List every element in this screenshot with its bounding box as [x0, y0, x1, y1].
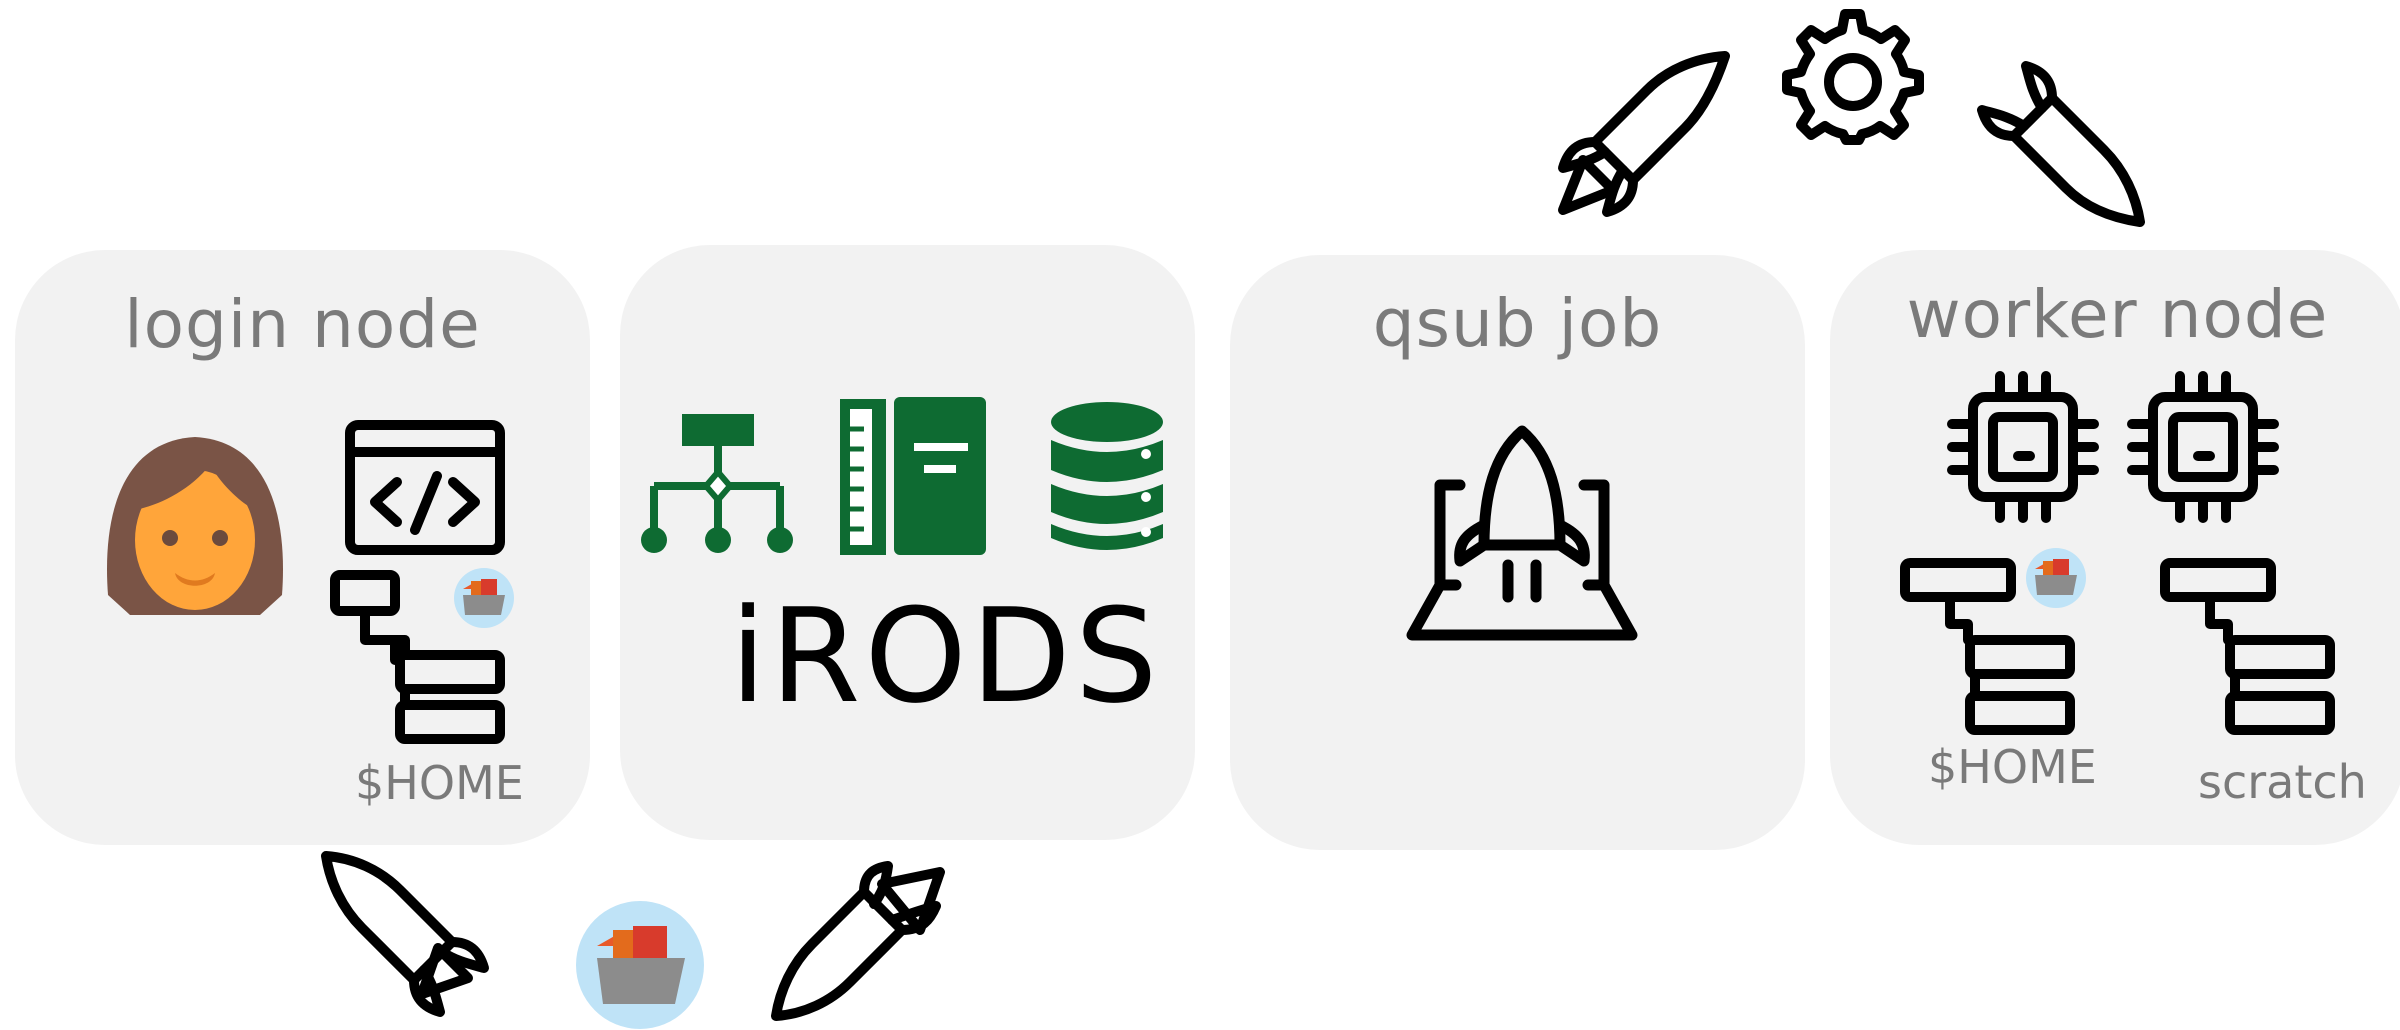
user-avatar-icon [106, 437, 284, 615]
scratch-label: scratch [2198, 755, 2367, 809]
folder-badge-icon [576, 901, 704, 1029]
cpu-chip-icon [1947, 371, 2099, 523]
rocket-icon [1977, 61, 2145, 227]
panel-title: worker node [1906, 276, 2329, 353]
gear-icon [1782, 9, 1924, 145]
rocket-icon [1558, 51, 1730, 217]
rocket-icon [321, 851, 489, 1017]
rocket-launch-icon [1406, 425, 1638, 641]
hierarchy-icon [641, 414, 793, 553]
home-label: $HOME [1928, 740, 2097, 794]
code-window-icon [345, 420, 505, 555]
home-label: $HOME [355, 756, 524, 810]
cpu-chip-icon [2127, 371, 2279, 523]
folder-badge-icon [454, 568, 514, 628]
irods-title: iRODS [730, 580, 1162, 732]
book-icon [840, 397, 986, 555]
folder-badge-icon [2026, 548, 2086, 608]
panel-title: login node [124, 286, 481, 363]
worker-node-panel: worker node $HOME scratch [1830, 250, 2400, 845]
database-icon [1051, 402, 1163, 550]
panel-title: qsub job [1372, 285, 1663, 362]
file-tree-icon [2160, 558, 2335, 735]
rocket-icon [771, 861, 945, 1021]
